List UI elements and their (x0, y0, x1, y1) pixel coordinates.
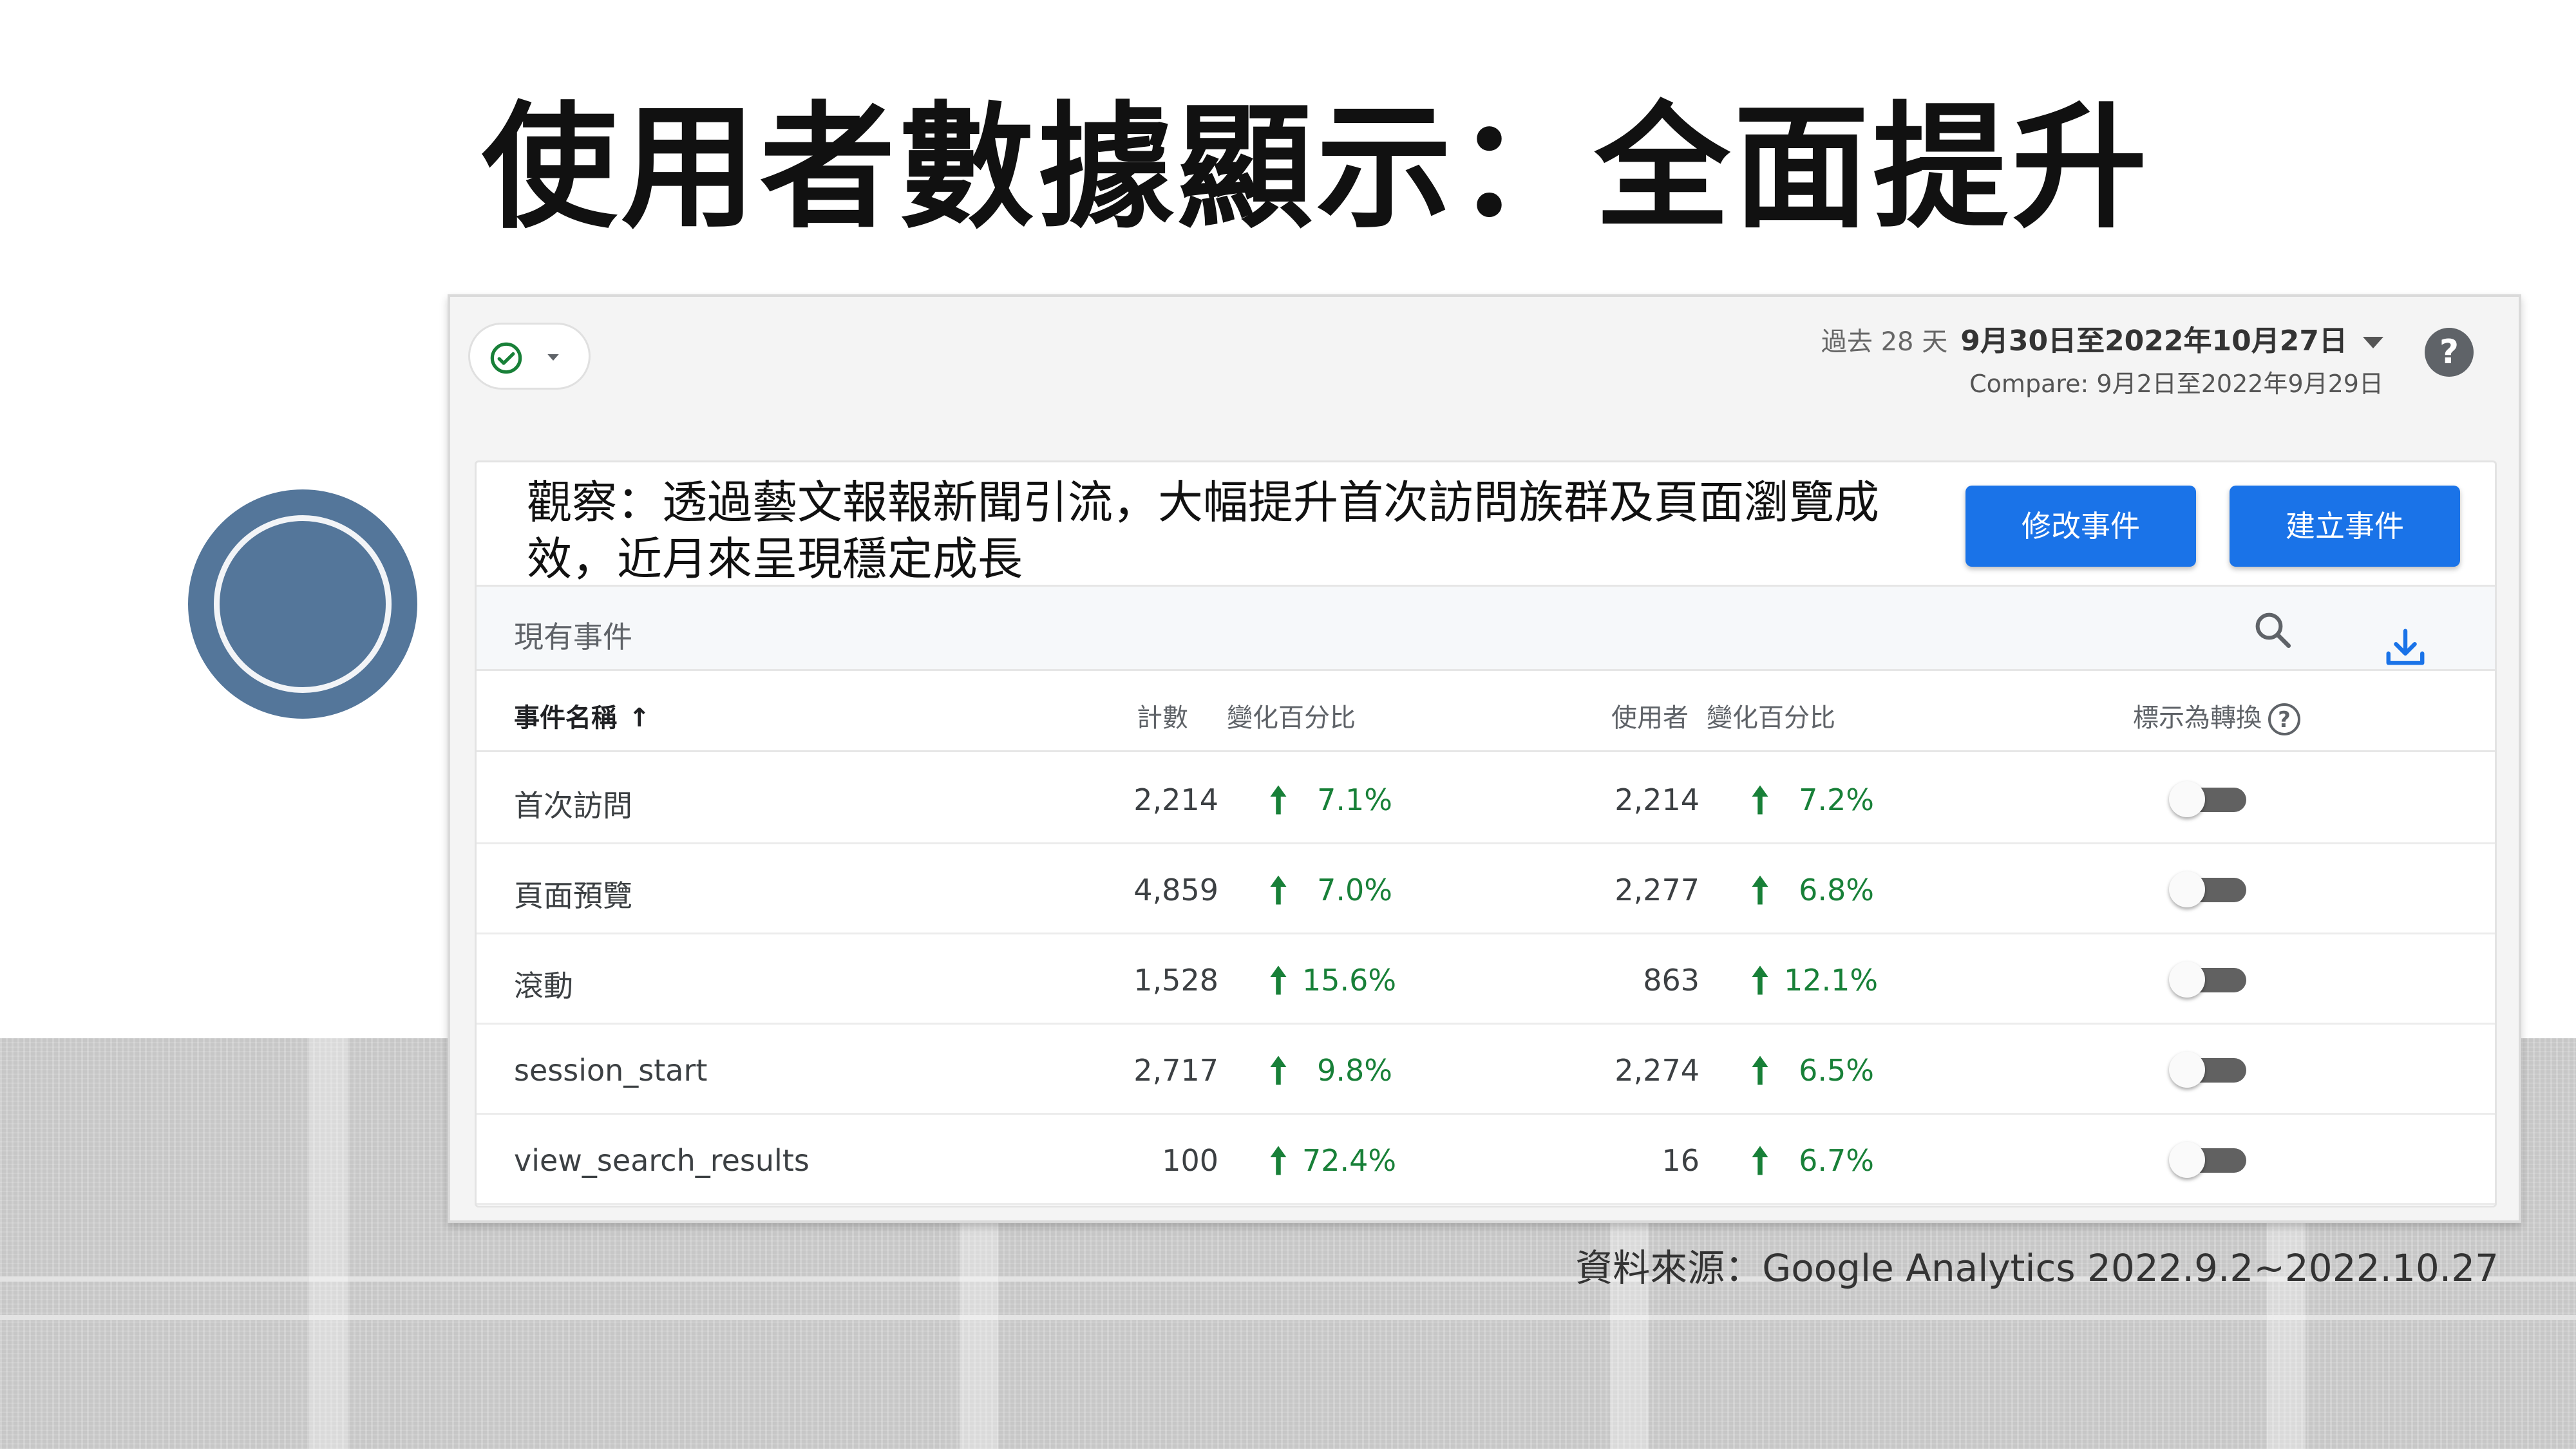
header-users: 使用者 (1611, 703, 1689, 733)
header-event-name[interactable]: 事件名稱 ↑ (514, 697, 650, 734)
conversion-toggle[interactable] (2169, 961, 2249, 998)
count-cell: 2,214 (1133, 782, 1218, 817)
arrow-up-icon (1270, 785, 1287, 815)
arrow-up-icon (1270, 965, 1287, 995)
header-count-change: 變化百分比 (1227, 703, 1356, 733)
slide-title: 使用者數據顯示：全面提升 (482, 89, 2152, 247)
analytics-screenshot-panel: 過去 28 天 9月30日至2022年10月27日 Compare: 9月2日至2… (448, 294, 2521, 1223)
conversion-toggle[interactable] (2169, 1142, 2249, 1178)
table-row[interactable]: session_start 2,717 9.8% 2,274 6.5% (477, 1025, 2495, 1115)
users-change-cell: 7.2% (1799, 782, 1874, 817)
observation-text: 觀察：透過藝文報報新聞引流，大幅提升首次訪問族群及頁面瀏覽成效，近月來呈現穩定成… (527, 476, 1879, 585)
date-range-value: 9月30日至2022年10月27日 (1960, 325, 2347, 357)
arrow-up-icon (1270, 875, 1287, 905)
date-range-selector[interactable]: 過去 28 天 9月30日至2022年10月27日 (1821, 317, 2383, 359)
count-cell: 100 (1162, 1143, 1218, 1178)
caret-down-icon (2363, 337, 2383, 348)
arrow-up-icon (1752, 875, 1768, 905)
header-users-change: 變化百分比 (1707, 703, 1835, 733)
count-cell: 1,528 (1133, 963, 1218, 998)
events-card: 觀察：透過藝文報報新聞引流，大幅提升首次訪問族群及頁面瀏覽成效，近月來呈現穩定成… (475, 460, 2497, 1208)
users-cell: 2,277 (1615, 873, 1700, 907)
count-cell: 2,717 (1133, 1053, 1218, 1088)
users-change-cell: 12.1% (1784, 963, 1879, 998)
check-circle-icon (490, 342, 522, 374)
events-search-bar[interactable]: 現有事件 (477, 585, 2495, 671)
table-row[interactable]: 首次訪問 2,214 7.1% 2,214 7.2% (477, 754, 2495, 844)
search-icon[interactable] (2251, 609, 2294, 651)
arrow-up-icon (1270, 1056, 1287, 1085)
header-mark-as-conversion: 標示為轉換? (2133, 697, 2300, 735)
date-range-prefix: 過去 28 天 (1821, 327, 1948, 357)
event-name-cell[interactable]: 首次訪問 (514, 782, 632, 825)
count-change-cell: 15.6% (1302, 963, 1397, 998)
toggle-knob (2169, 961, 2205, 998)
decorative-ring (214, 515, 392, 693)
count-change-cell: 72.4% (1302, 1143, 1397, 1178)
arrow-up-icon (1270, 1146, 1287, 1175)
event-name-cell[interactable]: view_search_results (514, 1143, 810, 1178)
event-name-cell[interactable]: 滾動 (514, 963, 573, 1005)
arrow-up-icon (1752, 1056, 1768, 1085)
count-change-cell: 7.1% (1317, 782, 1392, 817)
arrow-up-icon (1752, 965, 1768, 995)
toggle-knob (2169, 1142, 2205, 1178)
count-cell: 4,859 (1133, 873, 1218, 907)
users-change-cell: 6.7% (1799, 1143, 1874, 1178)
help-icon[interactable]: ? (2425, 328, 2474, 377)
search-label: 現有事件 (514, 620, 632, 654)
create-event-button[interactable]: 建立事件 (2230, 486, 2460, 567)
table-row[interactable]: 滾動 1,528 15.6% 863 12.1% (477, 934, 2495, 1025)
users-change-cell: 6.8% (1799, 873, 1874, 907)
count-change-cell: 7.0% (1317, 873, 1392, 907)
modify-event-button[interactable]: 修改事件 (1965, 486, 2196, 567)
conversion-toggle[interactable] (2169, 1052, 2249, 1088)
arrow-up-icon (1752, 785, 1768, 815)
table-row[interactable]: 頁面預覽 4,859 7.0% 2,277 6.8% (477, 844, 2495, 934)
users-cell: 2,214 (1615, 782, 1700, 817)
header-count: 計數 (1137, 703, 1188, 733)
band-divider (0, 1315, 2576, 1320)
table-header-row: 事件名稱 ↑ 計數 變化百分比 使用者 變化百分比 標示為轉換? (477, 671, 2495, 752)
conversion-toggle[interactable] (2169, 871, 2249, 907)
toggle-knob (2169, 871, 2205, 907)
users-cell: 16 (1662, 1143, 1700, 1178)
table-row[interactable]: view_search_results 100 72.4% 16 6.7% (477, 1115, 2495, 1205)
status-filter-chip[interactable] (468, 323, 591, 390)
users-change-cell: 6.5% (1799, 1053, 1874, 1088)
conversion-toggle[interactable] (2169, 781, 2249, 817)
chevron-down-icon (547, 354, 559, 361)
help-circle-icon[interactable]: ? (2268, 703, 2300, 735)
count-change-cell: 9.8% (1317, 1053, 1392, 1088)
users-cell: 2,274 (1615, 1053, 1700, 1088)
band-column (309, 1038, 348, 1449)
event-name-cell[interactable]: session_start (514, 1053, 707, 1088)
data-source-note: 資料來源：Google Analytics 2022.9.2~2022.10.2… (1575, 1246, 2499, 1290)
download-icon[interactable] (2383, 625, 2428, 670)
users-cell: 863 (1643, 963, 1700, 998)
compare-range: Compare: 9月2日至2022年9月29日 (1969, 370, 2383, 398)
arrow-up-icon (1752, 1146, 1768, 1175)
sort-arrow-up-icon: ↑ (629, 703, 650, 733)
decorative-circle (188, 489, 417, 719)
event-name-cell[interactable]: 頁面預覽 (514, 873, 632, 915)
toggle-knob (2169, 781, 2205, 817)
panel-top-bar: 過去 28 天 9月30日至2022年10月27日 Compare: 9月2日至2… (450, 297, 2519, 458)
toggle-knob (2169, 1052, 2205, 1088)
